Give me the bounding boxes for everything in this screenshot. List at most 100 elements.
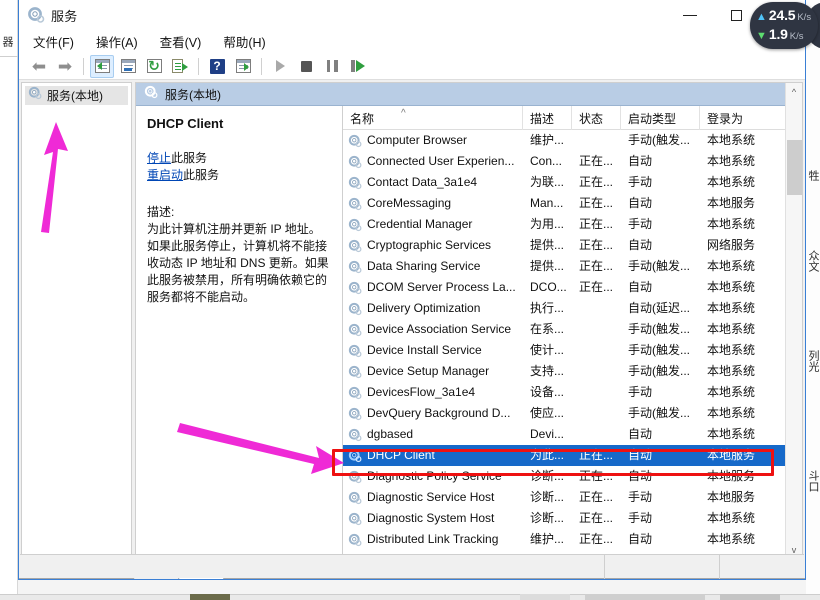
cell-status: 正在... bbox=[572, 277, 621, 298]
table-row[interactable]: Delivery Optimization执行...自动(延迟...本地系统 bbox=[343, 298, 802, 319]
cell-name: Diagnostic Service Host bbox=[343, 487, 523, 508]
window-titlebar[interactable]: 服务 ✕ bbox=[19, 0, 805, 30]
table-row[interactable]: Device Association Service在系...手动(触发...本… bbox=[343, 319, 802, 340]
column-header-description[interactable]: 描述 bbox=[523, 106, 572, 130]
refresh-button[interactable] bbox=[142, 55, 166, 78]
taskbar-item-1[interactable] bbox=[190, 594, 230, 600]
pause-icon bbox=[327, 60, 338, 72]
show-hide-console-tree-button[interactable] bbox=[90, 55, 114, 78]
table-row[interactable]: Credential Manager为用...正在...手动本地系统 bbox=[343, 214, 802, 235]
service-gear-icon bbox=[348, 512, 362, 526]
stop-service-button[interactable] bbox=[294, 55, 318, 78]
window-title: 服务 bbox=[51, 6, 78, 25]
table-row[interactable]: Diagnostic Service Host诊断...正在...手动本地服务 bbox=[343, 487, 802, 508]
column-header-name[interactable]: 名称 ^ bbox=[343, 106, 523, 130]
table-row[interactable]: DCOM Server Process La...DCO...正在...自动本地… bbox=[343, 277, 802, 298]
cell-log-on-as: 本地系统 bbox=[700, 340, 774, 361]
column-header-name-label: 名称 bbox=[350, 110, 374, 127]
cell-description: 诊断... bbox=[523, 466, 572, 487]
table-row[interactable]: dgbasedDevi...自动本地系统 bbox=[343, 424, 802, 445]
menu-file[interactable]: 文件(F) bbox=[33, 32, 74, 51]
table-row[interactable]: DHCP Client为此...正在...自动本地服务 bbox=[343, 445, 802, 466]
net-speed-widget[interactable]: ▲ 24.5 K/s ▼ 1.9 K/s bbox=[750, 2, 818, 49]
table-row[interactable]: Cryptographic Services提供...正在...自动网络服务 bbox=[343, 235, 802, 256]
table-row[interactable]: DevicesFlow_3a1e4设备...手动本地系统 bbox=[343, 382, 802, 403]
upload-speed-row: ▲ 24.5 K/s bbox=[756, 7, 818, 26]
menu-view[interactable]: 查看(V) bbox=[160, 32, 202, 51]
refresh-icon bbox=[147, 59, 162, 73]
service-gear-icon bbox=[348, 407, 362, 421]
stop-service-link-row[interactable]: 停止此服务 bbox=[147, 150, 332, 167]
menu-action[interactable]: 操作(A) bbox=[96, 32, 138, 51]
tree-node-services-local[interactable]: 服务(本地) bbox=[25, 86, 128, 105]
description-label: 描述: bbox=[147, 204, 332, 221]
status-bar-segment-2 bbox=[605, 555, 720, 579]
help-button[interactable]: ? bbox=[205, 55, 229, 78]
start-service-button[interactable] bbox=[268, 55, 292, 78]
column-header-status[interactable]: 状态 bbox=[572, 106, 621, 130]
service-name-label: DevQuery Background D... bbox=[367, 403, 510, 424]
cell-status: 正在... bbox=[572, 445, 621, 466]
table-row[interactable]: Data Sharing Service提供...正在...手动(触发...本地… bbox=[343, 256, 802, 277]
table-row[interactable]: Device Setup Manager支持...手动(触发...本地系统 bbox=[343, 361, 802, 382]
table-row[interactable]: Diagnostic System Host诊断...正在...手动本地系统 bbox=[343, 508, 802, 529]
cell-startup-type: 自动(延迟... bbox=[621, 298, 700, 319]
service-gear-icon bbox=[348, 428, 362, 442]
properties-window-icon bbox=[121, 59, 136, 73]
column-header-log-on-as[interactable]: 登录为 bbox=[700, 106, 774, 130]
service-gear-icon bbox=[348, 386, 362, 400]
service-gear-icon bbox=[348, 260, 362, 274]
cell-status bbox=[572, 340, 621, 361]
pause-service-button[interactable] bbox=[320, 55, 344, 78]
cell-name: Contact Data_3a1e4 bbox=[343, 172, 523, 193]
taskbar-item-3[interactable] bbox=[585, 594, 705, 600]
toolbar-separator-2 bbox=[198, 58, 199, 75]
scroll-up-button[interactable]: ^ bbox=[786, 83, 803, 100]
cell-startup-type: 自动 bbox=[621, 151, 700, 172]
service-name-label: Credential Manager bbox=[367, 214, 472, 235]
toolbar-separator-3 bbox=[261, 58, 262, 75]
cell-name: Delivery Optimization bbox=[343, 298, 523, 319]
cell-log-on-as: 本地系统 bbox=[700, 214, 774, 235]
status-bar-segment-3 bbox=[720, 555, 804, 579]
properties-button[interactable] bbox=[116, 55, 140, 78]
window-body: 服务(本地) 服务(本地) bbox=[19, 80, 805, 559]
taskbar-item-2[interactable] bbox=[520, 594, 570, 600]
cell-startup-type: 手动(触发... bbox=[621, 130, 700, 151]
table-row[interactable]: Device Install Service使计...手动(触发...本地系统 bbox=[343, 340, 802, 361]
table-row[interactable]: Computer Browser维护...手动(触发...本地系统 bbox=[343, 130, 802, 151]
restart-service-button[interactable] bbox=[346, 55, 370, 78]
scrollbar-thumb[interactable] bbox=[787, 140, 802, 195]
table-row[interactable]: Diagnostic Policy Service诊断...正在...自动本地服… bbox=[343, 466, 802, 487]
service-gear-icon bbox=[348, 281, 362, 295]
table-row[interactable]: Contact Data_3a1e4为联...正在...手动本地系统 bbox=[343, 172, 802, 193]
cell-name: Device Install Service bbox=[343, 340, 523, 361]
cell-description: Man... bbox=[523, 193, 572, 214]
column-header-startup-type-label: 启动类型 bbox=[628, 110, 676, 127]
vertical-scrollbar[interactable]: ^ v bbox=[785, 83, 802, 558]
stop-service-link[interactable]: 停止 bbox=[147, 151, 171, 165]
column-header-startup-type[interactable]: 启动类型 bbox=[621, 106, 700, 130]
table-row[interactable]: Distributed Link Tracking维护...正在...自动本地系… bbox=[343, 529, 802, 550]
table-row[interactable]: CoreMessagingMan...正在...自动本地服务 bbox=[343, 193, 802, 214]
service-name-label: Diagnostic Policy Service bbox=[367, 466, 502, 487]
taskbar-item-4[interactable] bbox=[720, 594, 780, 600]
table-row[interactable]: DevQuery Background D...使应...手动(触发...本地系… bbox=[343, 403, 802, 424]
table-row[interactable]: Connected User Experien...Con...正在...自动本… bbox=[343, 151, 802, 172]
scrollbar-track[interactable] bbox=[786, 100, 803, 541]
minimize-button[interactable] bbox=[667, 0, 713, 30]
cell-startup-type: 自动 bbox=[621, 235, 700, 256]
cell-log-on-as: 本地系统 bbox=[700, 172, 774, 193]
arrow-left-icon: ⬅ bbox=[32, 58, 46, 75]
menu-help[interactable]: 帮助(H) bbox=[223, 32, 265, 51]
export-list-button[interactable] bbox=[168, 55, 192, 78]
restart-service-link-row[interactable]: 重启动此服务 bbox=[147, 167, 332, 184]
forward-button[interactable]: ➡ bbox=[53, 55, 77, 78]
restart-service-link[interactable]: 重启动 bbox=[147, 168, 183, 182]
cell-startup-type: 自动 bbox=[621, 424, 700, 445]
status-bar-segment-1 bbox=[20, 555, 605, 579]
service-name-label: Delivery Optimization bbox=[367, 298, 480, 319]
show-action-pane-button[interactable] bbox=[231, 55, 255, 78]
cell-name: DevicesFlow_3a1e4 bbox=[343, 382, 523, 403]
back-button[interactable]: ⬅ bbox=[27, 55, 51, 78]
